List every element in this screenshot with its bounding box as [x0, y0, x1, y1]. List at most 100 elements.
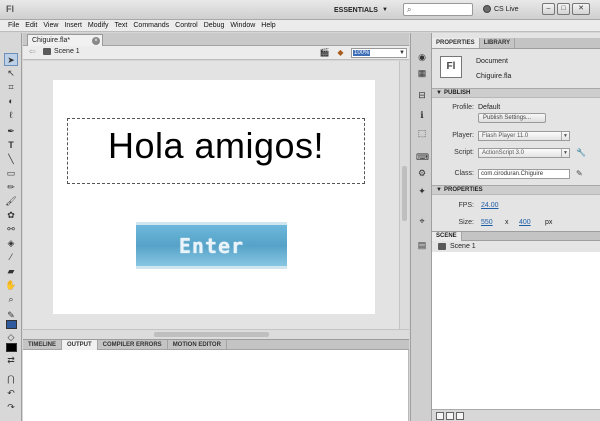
document-tab-title: Chiguire.fla* — [32, 37, 71, 44]
class-field[interactable]: com.ciroduran.Chiguire — [478, 169, 570, 179]
text-field[interactable]: Hola amigos! — [67, 118, 365, 184]
pencil-tool-icon[interactable]: ✏ — [4, 181, 18, 194]
menu-commands[interactable]: Commands — [133, 22, 175, 29]
back-arrow-icon[interactable]: ⇦ — [29, 47, 36, 56]
minimize-button[interactable]: – — [542, 3, 555, 15]
fps-value[interactable]: 24.00 — [481, 202, 499, 209]
bone-tool-icon[interactable]: ⚯ — [4, 223, 18, 236]
transform-panel-icon[interactable]: ⬚ — [416, 127, 428, 139]
movie-explorer-icon[interactable]: ▤ — [416, 239, 428, 251]
edit-symbol-icon[interactable]: ◆ — [335, 48, 346, 57]
menu-debug[interactable]: Debug — [204, 22, 231, 29]
free-transform-tool-icon[interactable]: ⌗ — [4, 81, 18, 94]
search-icon: ⌕ — [407, 5, 412, 14]
pen-tool-icon[interactable]: ✒ — [4, 125, 18, 138]
output-panel[interactable] — [23, 350, 409, 421]
swap-colors-icon[interactable]: ⇄ — [4, 354, 18, 367]
selection-tool-icon[interactable]: ➤ — [4, 53, 18, 66]
scroll-thumb[interactable] — [154, 332, 269, 337]
3d-rotation-tool-icon[interactable]: ◐ — [4, 95, 18, 108]
chevron-down-icon: ▼ — [381, 7, 388, 13]
document-tab[interactable]: Chiguire.fla* × — [27, 34, 103, 46]
cs-live-button[interactable]: CS Live — [483, 5, 519, 13]
snap-magnet-icon[interactable]: ⋂ — [4, 373, 18, 386]
smooth-icon[interactable]: ↶ — [4, 387, 18, 400]
close-icon[interactable]: × — [92, 37, 100, 45]
hand-tool-icon[interactable]: ✋ — [4, 279, 18, 292]
menu-help[interactable]: Help — [261, 22, 281, 29]
subselection-tool-icon[interactable]: ↖ — [4, 67, 18, 80]
stroke-color-swatch[interactable] — [6, 320, 17, 329]
menu-edit[interactable]: Edit — [25, 22, 43, 29]
profile-label: Profile: — [452, 104, 474, 111]
enter-button[interactable]: Enter — [136, 222, 287, 269]
tab-timeline[interactable]: TIMELINE — [23, 340, 62, 350]
close-button[interactable]: ✕ — [572, 3, 590, 15]
tools-panel: ➤ ↖ ⌗ ◐ ℓ ✒ T ╲ ▭ ✏ 🖌 ✿ ⚯ ◈ ⁄ ▰ ✋ ⌕ ✎ ◇ … — [0, 33, 22, 421]
text-tool-icon[interactable]: T — [4, 139, 18, 152]
tab-output[interactable]: OUTPUT — [62, 340, 98, 350]
menu-insert[interactable]: Insert — [64, 22, 88, 29]
list-item[interactable]: Scene 1 — [432, 241, 600, 252]
components-panel-icon[interactable]: ⚙ — [416, 167, 428, 179]
document-tab-bar: Chiguire.fla* × — [23, 33, 409, 46]
properties-section-label: PROPERTIES — [444, 187, 483, 193]
code-snippets-icon[interactable]: ⌨ — [416, 151, 429, 163]
menu-view[interactable]: View — [43, 22, 64, 29]
script-select[interactable]: ActionScript 3.0 ▼ — [478, 148, 570, 158]
align-panel-icon[interactable]: ⊟ — [416, 89, 428, 101]
edit-scene-icon[interactable]: 🎬 — [319, 48, 330, 57]
properties-section-header[interactable]: ▼ PROPERTIES — [432, 185, 600, 195]
tab-motion-editor[interactable]: MOTION EDITOR — [168, 340, 227, 350]
menu-text[interactable]: Text — [115, 22, 134, 29]
tab-library[interactable]: LIBRARY — [480, 38, 516, 48]
menu-modify[interactable]: Modify — [88, 22, 115, 29]
search-input[interactable]: ⌕ — [403, 3, 473, 16]
history-panel-icon[interactable]: ⌖ — [416, 215, 428, 227]
tab-properties[interactable]: PROPERTIES — [432, 38, 480, 48]
scene-list: Scene 1 — [432, 241, 600, 409]
scene-panel-header: SCENE — [432, 231, 600, 242]
add-scene-icon[interactable] — [446, 412, 454, 420]
edit-class-icon[interactable]: ✎ — [576, 169, 583, 178]
publish-section-header[interactable]: ▼ PUBLISH — [432, 88, 600, 98]
zoom-select[interactable]: 100% ▼ — [351, 48, 407, 58]
tab-compiler-errors[interactable]: COMPILER ERRORS — [98, 340, 168, 350]
menu-window[interactable]: Window — [230, 22, 261, 29]
maximize-button[interactable]: □ — [557, 3, 570, 15]
brush-tool-icon[interactable]: 🖌 — [4, 195, 18, 208]
player-select[interactable]: Flash Player 11.0 ▼ — [478, 131, 570, 141]
menu-file[interactable]: File — [8, 22, 25, 29]
paint-bucket-tool-icon[interactable]: ◈ — [4, 237, 18, 250]
stage[interactable]: Hola amigos! Enter — [53, 80, 375, 314]
horizontal-scrollbar[interactable] — [23, 329, 409, 339]
line-tool-icon[interactable]: ╲ — [4, 153, 18, 166]
height-value[interactable]: 400 — [519, 219, 531, 226]
rectangle-tool-icon[interactable]: ▭ — [4, 167, 18, 180]
eraser-tool-icon[interactable]: ▰ — [4, 265, 18, 278]
vertical-scrollbar[interactable] — [399, 61, 409, 329]
delete-scene-icon[interactable] — [456, 412, 464, 420]
zoom-tool-icon[interactable]: ⌕ — [4, 293, 18, 306]
wrench-icon[interactable]: 🔧 — [576, 148, 586, 157]
app-logo-icon: Fl — [6, 4, 14, 14]
menu-control[interactable]: Control — [175, 22, 204, 29]
straighten-icon[interactable]: ↷ — [4, 401, 18, 414]
deco-tool-icon[interactable]: ✿ — [4, 209, 18, 222]
publish-settings-button[interactable]: Publish Settings... — [478, 113, 546, 123]
stage-heading: Hola amigos! — [107, 125, 325, 166]
info-panel-icon[interactable]: ℹ — [416, 109, 428, 121]
duplicate-scene-icon[interactable] — [436, 412, 444, 420]
motion-presets-icon[interactable]: ✦ — [416, 185, 428, 197]
swatches-panel-icon[interactable]: ▦ — [416, 67, 428, 79]
panel-icon-strip: ◉ ▦ ⊟ ℹ ⬚ ⌨ ⚙ ✦ ⌖ ▤ — [410, 33, 432, 421]
size-separator: x — [505, 219, 509, 226]
scroll-thumb[interactable] — [402, 166, 407, 221]
color-panel-icon[interactable]: ◉ — [416, 51, 428, 63]
eyedropper-tool-icon[interactable]: ⁄ — [4, 251, 18, 264]
workspace-switcher[interactable]: ESSENTIALS ▼ — [334, 3, 388, 17]
width-value[interactable]: 550 — [481, 219, 493, 226]
fill-color-swatch[interactable] — [6, 343, 17, 352]
document-name: Chiguire.fla — [476, 73, 512, 80]
lasso-tool-icon[interactable]: ℓ — [4, 109, 18, 122]
